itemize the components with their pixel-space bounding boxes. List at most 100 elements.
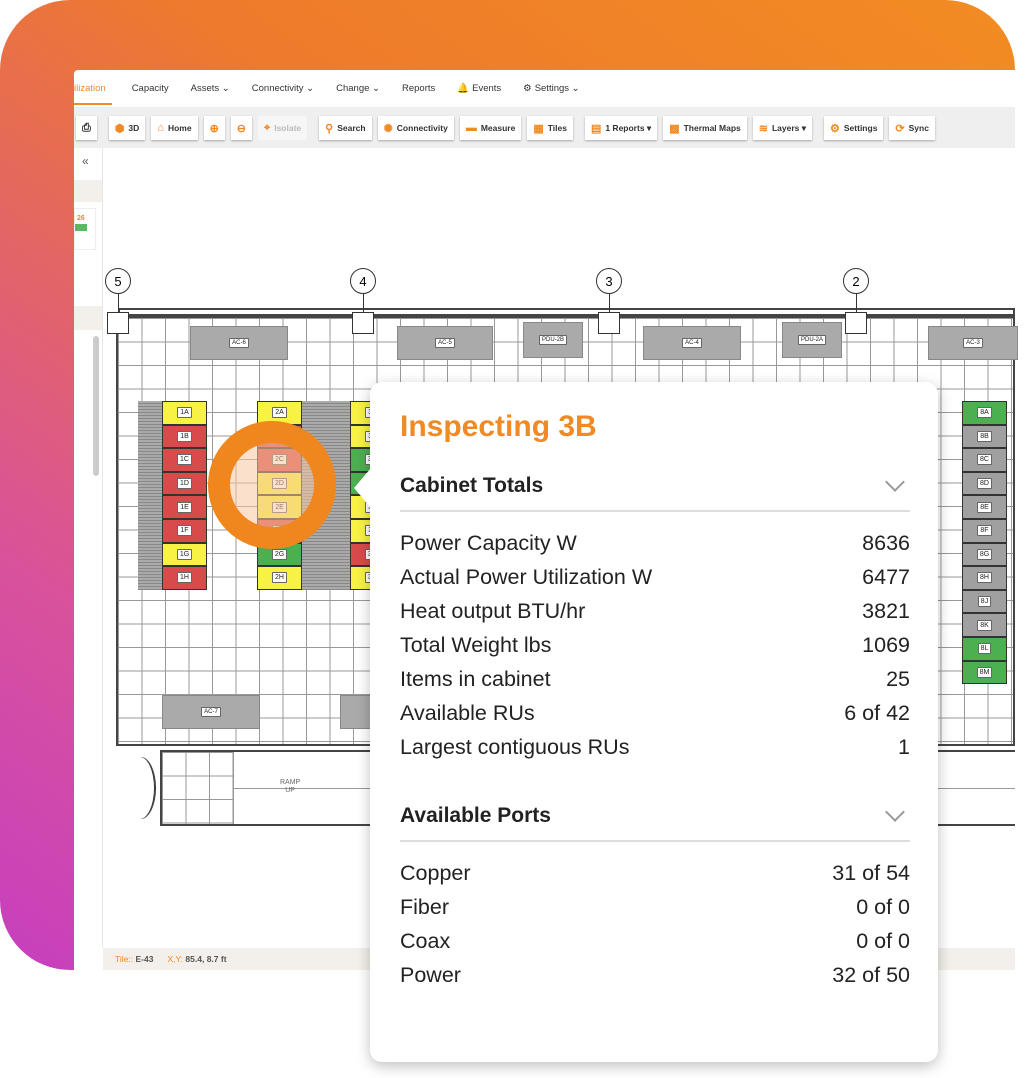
- toolbar-button-1-reports[interactable]: ▤ 1 Reports ▾: [584, 116, 658, 140]
- nav-item[interactable]: Assets ⌄: [191, 83, 230, 94]
- cabinet-1g[interactable]: 1G: [162, 542, 207, 567]
- door-icon[interactable]: [126, 757, 156, 819]
- chevron-down-icon[interactable]: [885, 472, 905, 492]
- nav-item-label: Settings ⌄: [534, 83, 580, 94]
- toolbar-button-printer[interactable]: ⎙: [76, 116, 97, 140]
- stat-row: Power Capacity W 8636: [400, 526, 910, 560]
- unit-pdu-2a[interactable]: PDU-2A: [782, 322, 842, 358]
- search-icon: ⚲: [325, 122, 334, 135]
- toolbar-button-settings[interactable]: ⚙ Settings: [824, 116, 884, 140]
- cabinet-label: 1C: [177, 454, 192, 466]
- home-icon: ⌂: [157, 122, 164, 134]
- cabinet-label: 8E: [977, 501, 992, 513]
- nav-item[interactable]: 🔔 Events: [457, 83, 501, 94]
- toolbar-button-label: Search: [337, 123, 366, 133]
- cabinet-8k[interactable]: 8K: [962, 613, 1007, 637]
- sidebar-selected: [74, 306, 102, 330]
- cabinet-label: 8F: [977, 525, 992, 537]
- unit-ac-3[interactable]: AC-3: [928, 326, 1018, 360]
- stat-value: 0 of 0: [856, 894, 910, 919]
- nav-item[interactable]: Connectivity ⌄: [252, 83, 314, 94]
- cabinet-8l[interactable]: 8L: [962, 637, 1007, 661]
- nav-item[interactable]: Change ⌄: [336, 83, 380, 94]
- unit-pdu-2b[interactable]: PDU-2B: [523, 322, 583, 358]
- cabinet-1a[interactable]: 1A: [162, 401, 207, 425]
- column-post: [845, 312, 867, 334]
- cabinet-1b[interactable]: 1B: [162, 424, 207, 449]
- unit-label: AC-6: [229, 338, 249, 348]
- toolbar-button-tiles[interactable]: ▦ Tiles: [527, 116, 573, 140]
- unit-ac-5[interactable]: AC-5: [397, 326, 493, 360]
- cabinet-1f[interactable]: 1F: [162, 519, 207, 543]
- toolbar-button-isolate[interactable]: ⌖ Isolate: [258, 116, 308, 140]
- toolbar-button-thermal-maps[interactable]: ▩ Thermal Maps: [663, 116, 747, 140]
- cabinet-1e[interactable]: 1E: [162, 495, 207, 519]
- unit-ac-partial[interactable]: [340, 695, 372, 729]
- stat-row: Total Weight lbs 1069: [400, 628, 910, 662]
- toolbar-button-sync[interactable]: ⟳ Sync: [889, 116, 935, 140]
- toolbar-button-search[interactable]: ⚲ Search: [319, 116, 372, 140]
- cabinet-8f[interactable]: 8F: [962, 519, 1007, 543]
- stat-row: Largest contiguous RUs 1: [400, 730, 910, 764]
- cabinet-8g[interactable]: 8G: [962, 542, 1007, 567]
- toolbar-button-label: Measure: [480, 123, 516, 133]
- stat-value: 1069: [862, 632, 910, 657]
- cabinet-8b[interactable]: 8B: [962, 424, 1007, 449]
- nav-item-label: Connectivity ⌄: [251, 83, 315, 94]
- toolbar-button-label: Connectivity: [396, 123, 448, 133]
- stat-label: Power Capacity W: [400, 530, 577, 555]
- toolbar-button-label: Settings: [843, 123, 878, 133]
- cabinet-label: 8G: [976, 548, 993, 560]
- nav-item[interactable]: Reports: [402, 83, 435, 94]
- cabinet-label: 1F: [177, 525, 192, 537]
- cabinet-8e[interactable]: 8E: [962, 495, 1007, 519]
- toolbar-button-label: Home: [167, 123, 192, 133]
- collapse-sidebar-button[interactable]: «: [82, 154, 89, 168]
- cabinet-8h[interactable]: 8H: [962, 566, 1007, 590]
- cabinet-8j[interactable]: 8J: [962, 589, 1007, 614]
- toolbar: ⎙ ⬢ 3D ⌂ Home ⊕ ⊖ ⌖ Isolate ⚲ Search ✺ Connectivity ▬…: [74, 108, 1015, 148]
- scrollbar[interactable]: [93, 336, 99, 476]
- cabinet-1h[interactable]: 1H: [162, 566, 207, 590]
- cabinet-label: 8A: [977, 407, 992, 419]
- stat-row: Power 32 of 50: [400, 958, 910, 992]
- cabinet-totals-header[interactable]: Cabinet Totals: [400, 472, 910, 512]
- nav-item[interactable]: Capacity: [132, 83, 169, 94]
- thermal-map-icon: ▩: [669, 122, 680, 135]
- top-nav: ilization Capacity Assets ⌄ Connectivity ⌄ C…: [74, 70, 1015, 108]
- grid-icon: ▦: [533, 122, 544, 135]
- toolbar-button-zoom-in[interactable]: ⊕: [203, 116, 225, 140]
- cabinet-8a[interactable]: 8A: [962, 401, 1007, 425]
- cabinet-1d[interactable]: 1D: [162, 471, 207, 496]
- cabinet-8m[interactable]: 8M: [962, 660, 1007, 685]
- unit-ac-6[interactable]: AC-6: [190, 326, 288, 360]
- toolbar-button-zoom-out[interactable]: ⊖: [230, 116, 253, 140]
- toolbar-button-measure[interactable]: ▬ Measure: [459, 116, 522, 140]
- toolbar-button-3d[interactable]: ⬢ 3D: [108, 116, 146, 140]
- column-post: [352, 312, 374, 334]
- toolbar-button-connectivity[interactable]: ✺ Connectivity: [377, 116, 454, 140]
- stat-label: Power: [400, 962, 461, 987]
- unit-ac-4[interactable]: AC-4: [643, 326, 741, 360]
- nav-item[interactable]: ⚙ Settings ⌄: [523, 83, 579, 94]
- column-marker: 5: [105, 268, 131, 294]
- cabinet-8c[interactable]: 8C: [962, 448, 1007, 472]
- toolbar-button-label: Layers ▾: [771, 122, 807, 133]
- sync-icon: ⟳: [895, 122, 905, 135]
- cabinet-2h[interactable]: 2H: [257, 566, 302, 590]
- cabinet-8d[interactable]: 8D: [962, 471, 1007, 496]
- cabinet-label: 8J: [977, 596, 992, 608]
- stat-label: Items in cabinet: [400, 666, 551, 691]
- stat-value: 6477: [862, 564, 910, 589]
- column-marker: 4: [350, 268, 376, 294]
- unit-ac-7[interactable]: AC-7: [162, 695, 260, 729]
- stat-row: Copper 31 of 54: [400, 856, 910, 890]
- toolbar-button-label: Isolate: [274, 123, 302, 133]
- nav-item[interactable]: ilization: [74, 73, 112, 105]
- toolbar-button-layers[interactable]: ≋ Layers ▾: [752, 116, 813, 140]
- available-ports-header[interactable]: Available Ports: [400, 802, 910, 842]
- chevron-down-icon[interactable]: [885, 802, 905, 822]
- toolbar-button-home[interactable]: ⌂ Home: [151, 116, 198, 140]
- stat-value: 6 of 42: [844, 700, 910, 725]
- cabinet-1c[interactable]: 1C: [162, 448, 207, 472]
